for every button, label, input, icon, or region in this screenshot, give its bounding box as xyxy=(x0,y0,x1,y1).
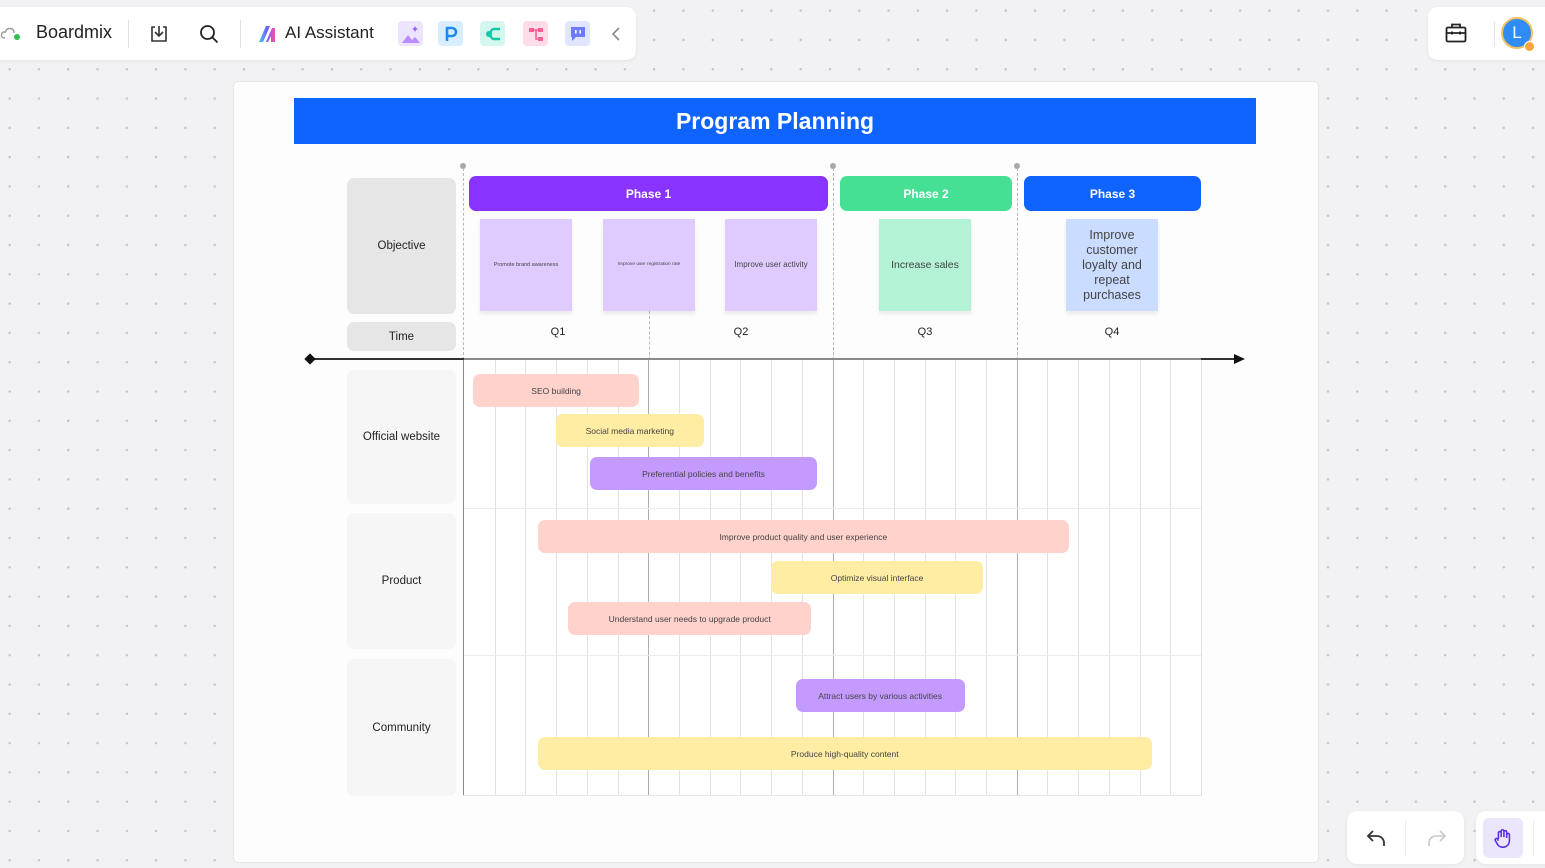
objective-sticky[interactable]: Promote brand awareness xyxy=(480,219,572,311)
quarter-label: Q2 xyxy=(733,326,749,338)
objective-sticky[interactable]: Improve user registration rate xyxy=(603,219,695,311)
toolbox-icon[interactable] xyxy=(1444,21,1468,45)
swimlane-label-community: Community xyxy=(347,659,456,796)
ai-assistant-button[interactable]: AI Assistant xyxy=(285,23,374,43)
phase-divider xyxy=(1017,168,1018,360)
flowchart-plugin-icon[interactable] xyxy=(523,21,548,46)
swimlane-divider xyxy=(464,508,1201,509)
download-icon[interactable] xyxy=(146,21,172,47)
undo-icon[interactable] xyxy=(1365,826,1389,850)
divider xyxy=(128,20,129,48)
chat-plugin-icon[interactable] xyxy=(565,21,590,46)
redo-icon[interactable] xyxy=(1424,826,1448,850)
task-bar[interactable]: Understand user needs to upgrade product xyxy=(568,602,811,635)
grid-column-line xyxy=(1078,360,1079,796)
task-bar[interactable]: Improve product quality and user experie… xyxy=(537,520,1069,553)
objective-sticky[interactable]: Improve user activity xyxy=(725,219,817,311)
objective-label: Objective xyxy=(347,178,456,314)
crown-badge-icon xyxy=(1524,41,1535,52)
presentation-plugin-icon[interactable] xyxy=(438,21,463,46)
grid-column-line xyxy=(495,360,496,796)
axis-arrow-icon xyxy=(1234,354,1245,364)
objective-sticky[interactable]: Improve customer loyalty and repeat purc… xyxy=(1066,219,1158,311)
main-toolbar: Boardmix AI Assistant xyxy=(0,7,636,60)
task-bar[interactable]: Optimize visual interface xyxy=(771,561,983,594)
quarter-label: Q4 xyxy=(1104,326,1120,338)
grid-border xyxy=(463,360,464,796)
right-toolbar: L xyxy=(1428,7,1545,60)
swimlane-label-official-website: Official website xyxy=(347,370,456,504)
grid-column-line xyxy=(1170,360,1171,796)
grid-column-line xyxy=(525,360,526,796)
phase-3-header[interactable]: Phase 3 xyxy=(1024,176,1201,211)
phase-2-header[interactable]: Phase 2 xyxy=(840,176,1012,211)
grid-column-line xyxy=(986,360,987,796)
objective-sticky[interactable]: Increase sales xyxy=(879,219,971,311)
divider xyxy=(240,20,241,48)
mindmap-plugin-icon[interactable] xyxy=(480,21,505,46)
divider xyxy=(1533,821,1534,855)
time-label: Time xyxy=(347,322,456,351)
phase-divider xyxy=(833,168,834,360)
ai-logo-icon xyxy=(259,26,275,42)
divider xyxy=(1405,821,1406,855)
grid-border xyxy=(463,795,1202,796)
history-controls xyxy=(1347,811,1464,864)
grid-column-line xyxy=(1017,360,1018,796)
task-bar[interactable]: Preferential policies and benefits xyxy=(589,457,818,490)
ai-image-plugin-icon[interactable] xyxy=(398,21,423,46)
grid-column-line xyxy=(710,360,711,796)
swimlane-label-product: Product xyxy=(347,513,456,649)
board-title[interactable]: Program Planning xyxy=(294,98,1256,144)
phase-1-header[interactable]: Phase 1 xyxy=(469,176,828,211)
swimlane-divider xyxy=(464,655,1201,656)
chevron-left-icon[interactable] xyxy=(606,23,626,45)
task-bar[interactable]: Social media marketing xyxy=(556,414,704,447)
phase-divider xyxy=(463,168,464,360)
grid-column-line xyxy=(1047,360,1048,796)
tool-controls xyxy=(1476,811,1545,864)
grid-column-line xyxy=(1109,360,1110,796)
task-bar[interactable]: SEO building xyxy=(473,374,640,407)
quarter-label: Q1 xyxy=(550,326,566,338)
cloud-sync-icon[interactable] xyxy=(0,25,22,41)
divider xyxy=(1494,21,1495,47)
task-bar[interactable]: Attract users by various activities xyxy=(795,679,965,712)
app-brand[interactable]: Boardmix xyxy=(36,22,112,43)
quarter-label: Q3 xyxy=(917,326,933,338)
grid-column-line xyxy=(1201,360,1202,796)
hand-tool-icon[interactable] xyxy=(1483,818,1523,858)
search-icon[interactable] xyxy=(196,21,222,47)
task-bar[interactable]: Produce high-quality content xyxy=(537,737,1152,770)
grid-column-line xyxy=(740,360,741,796)
grid-column-line xyxy=(1140,360,1141,796)
avatar-initial: L xyxy=(1512,23,1522,42)
timeline-axis-segment xyxy=(464,358,1201,360)
quarter-divider xyxy=(649,311,650,360)
